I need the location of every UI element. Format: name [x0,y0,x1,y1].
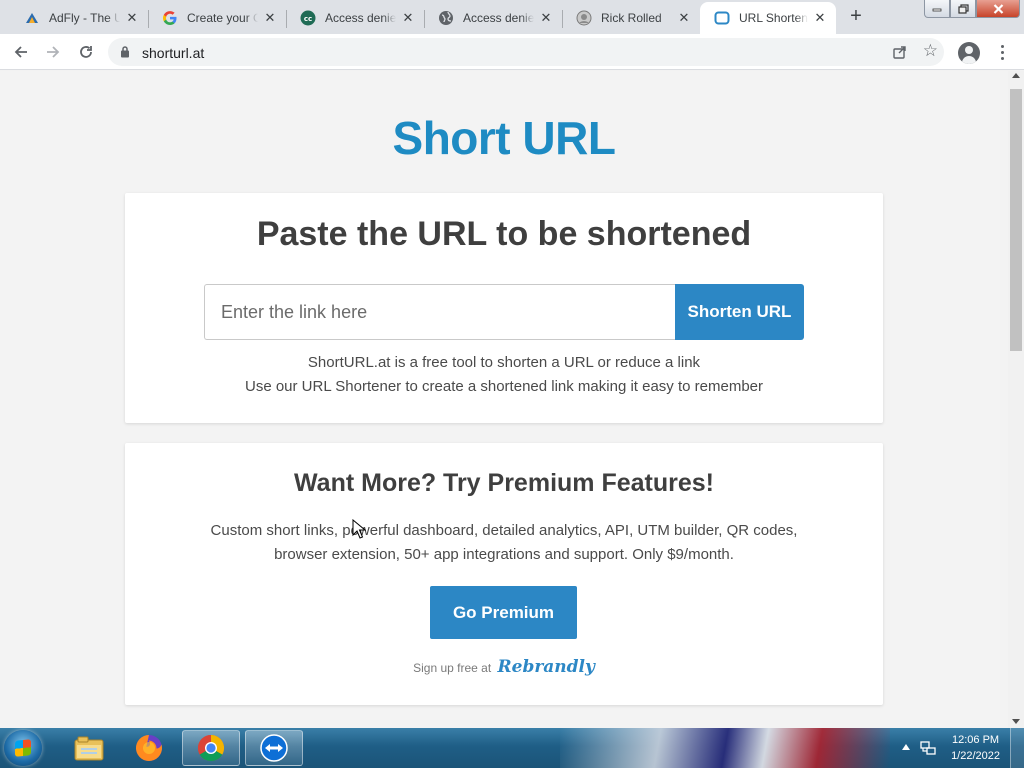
description-line-1: ShortURL.at is a free tool to shorten a … [307,354,701,371]
back-button[interactable] [9,40,33,64]
close-tab-icon[interactable]: ✕ [676,10,692,26]
rickroll-icon [576,10,592,26]
system-tray: 12:06 PM 1/22/2022 [884,728,1024,768]
tab-title: Create your G [187,11,258,25]
url-input[interactable] [204,284,676,340]
adfly-icon [24,10,40,26]
page-scrollbar[interactable] [1008,71,1024,728]
shorten-url-button[interactable]: Shorten URL [675,284,804,340]
tab-title: Rick Rolled [601,11,662,25]
close-window-button[interactable] [976,0,1020,18]
shorturl-icon [714,10,730,26]
shorten-heading: Paste the URL to be shortened [256,215,752,253]
premium-heading: Want More? Try Premium Features! [294,469,714,497]
browser-toolbar: shorturl.at ☆ [0,34,1024,70]
show-desktop-button[interactable] [1010,728,1024,768]
share-icon[interactable] [892,44,908,60]
browser-menu-icon[interactable] [994,40,1010,64]
reload-button[interactable] [74,40,98,64]
bookmark-star-icon[interactable]: ☆ [923,41,938,61]
tab-title: Access denied [325,11,396,25]
signup-prefix: Sign up free at [413,661,492,675]
firefox-icon[interactable] [120,730,178,766]
rebrandly-link[interactable]: Rebrandly [498,657,595,677]
scroll-down-arrow-icon[interactable] [1012,719,1020,724]
restore-icon [957,3,969,14]
tab-adfly[interactable]: AdFly - The U ✕ [10,2,148,34]
close-tab-icon[interactable]: ✕ [812,10,828,26]
description-line-2: Use our URL Shortener to create a shorte… [244,378,764,395]
restore-button[interactable] [950,0,976,18]
close-tab-icon[interactable]: ✕ [262,10,278,26]
new-tab-button[interactable]: + [843,6,869,28]
clock-time: 12:06 PM [951,734,1000,746]
show-hidden-icons-arrow-icon[interactable] [902,744,910,750]
browser-tab-strip: AdFly - The U ✕ Create your G ✕ cc Acces… [0,0,1024,34]
tab-access-denied-2[interactable]: Access denied ✕ [424,2,562,34]
close-icon [993,3,1003,14]
page-viewport: Short URL Paste the URL to be shortened … [0,71,1008,728]
close-tab-icon[interactable]: ✕ [400,10,416,26]
premium-text-line-2: browser extension, 50+ app integrations … [274,546,734,563]
go-premium-button[interactable]: Go Premium [430,586,577,639]
tab-google[interactable]: Create your G ✕ [148,2,286,34]
chrome-icon[interactable] [182,730,240,766]
windows-explorer-icon[interactable] [60,730,118,766]
signup-line: Sign up free at Rebrandly [125,657,883,677]
scrollbar-thumb[interactable] [1010,89,1022,351]
windows-taskbar: 12:06 PM 1/22/2022 [0,728,1024,768]
back-arrow-icon [14,46,27,58]
premium-text-line-1: Custom short links, powerful dashboard, … [210,522,798,539]
forward-arrow-icon [47,46,60,58]
url-text: shorturl.at [142,45,205,61]
start-button[interactable] [4,730,42,766]
tab-title: Access denied [463,11,534,25]
clock-date: 1/22/2022 [951,750,1000,762]
address-bar[interactable]: shorturl.at ☆ [108,38,944,66]
reload-icon [80,46,92,58]
tab-title: URL Shortener [739,11,808,25]
google-icon [162,10,178,26]
taskbar-clock[interactable]: 12:06 PM 1/22/2022 [951,732,1000,764]
tab-url-shortener[interactable]: URL Shortener ✕ [700,2,836,34]
minimize-button[interactable] [924,0,950,18]
tab-access-denied-1[interactable]: cc Access denied ✕ [286,2,424,34]
premium-card: Want More? Try Premium Features! Custom … [125,443,883,705]
cc-icon: cc [300,10,316,26]
shorten-card: Paste the URL to be shortened Shorten UR… [125,193,883,423]
lock-icon[interactable] [120,45,130,58]
mouse-cursor-icon [352,519,366,539]
forward-button[interactable] [41,40,65,64]
wallpaper-glimpse [560,728,890,768]
tab-rick-rolled[interactable]: Rick Rolled ✕ [562,2,700,34]
profile-avatar-icon[interactable] [958,42,980,64]
window-controls [924,0,1020,18]
globe-icon [438,10,454,26]
site-title[interactable]: Short URL [0,111,1008,165]
minimize-icon [932,8,942,11]
tab-title: AdFly - The U [49,11,120,25]
scroll-up-arrow-icon[interactable] [1012,73,1020,78]
teamviewer-icon[interactable] [245,730,303,766]
svg-text:cc: cc [304,15,312,23]
close-tab-icon[interactable]: ✕ [124,10,140,26]
network-icon[interactable] [920,740,936,756]
close-tab-icon[interactable]: ✕ [538,10,554,26]
